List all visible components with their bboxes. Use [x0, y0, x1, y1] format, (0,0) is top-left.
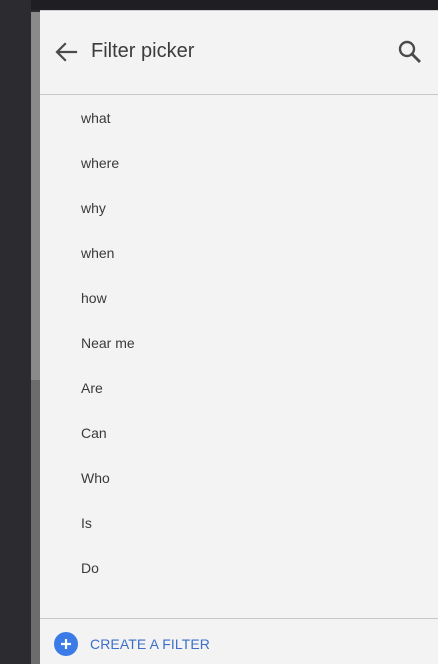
filter-option-label: where — [81, 155, 120, 171]
search-icon — [398, 40, 421, 63]
panel-header: Filter picker — [40, 11, 438, 95]
filter-option-label: Who — [81, 470, 110, 486]
filter-option-label: how — [81, 290, 107, 306]
search-button[interactable] — [396, 38, 424, 66]
filter-option[interactable]: how — [40, 276, 438, 321]
scrollbar-thumb[interactable] — [31, 12, 40, 380]
filter-option-label: Can — [81, 425, 107, 441]
filter-option-label: when — [81, 245, 115, 261]
filter-option[interactable]: Can — [40, 411, 438, 456]
panel-footer: CREATE A FILTER — [40, 618, 438, 664]
filter-picker-panel: Filter picker what where why when how Near me… — [40, 10, 438, 664]
filter-option[interactable]: why — [40, 186, 438, 231]
filter-option[interactable]: Who — [40, 456, 438, 501]
filter-option-label: Are — [81, 380, 103, 396]
plus-circle-icon — [54, 632, 78, 656]
filter-option-label: why — [81, 200, 106, 216]
page-title: Filter picker — [91, 40, 195, 62]
filter-option[interactable]: Near me — [40, 321, 438, 366]
create-filter-label: CREATE A FILTER — [90, 636, 211, 652]
filter-option[interactable]: Do — [40, 546, 438, 591]
filter-option[interactable]: Are — [40, 366, 438, 411]
arrow-left-icon — [55, 42, 78, 62]
back-button[interactable] — [52, 38, 80, 66]
create-filter-button[interactable]: CREATE A FILTER — [54, 631, 210, 657]
filter-option[interactable]: where — [40, 141, 438, 186]
filter-option[interactable]: Is — [40, 501, 438, 546]
filter-option-label: what — [81, 110, 111, 126]
screen: Filter picker what where why when how Near me… — [0, 0, 438, 664]
filter-option-label: Is — [81, 515, 92, 531]
filter-option-label: Near me — [81, 335, 135, 351]
filter-option[interactable]: when — [40, 231, 438, 276]
filter-list: what where why when how Near me Are Can Who Is Do — [40, 96, 438, 591]
filter-option-label: Do — [81, 560, 99, 576]
filter-option[interactable]: what — [40, 96, 438, 141]
window-top-edge — [31, 0, 438, 10]
